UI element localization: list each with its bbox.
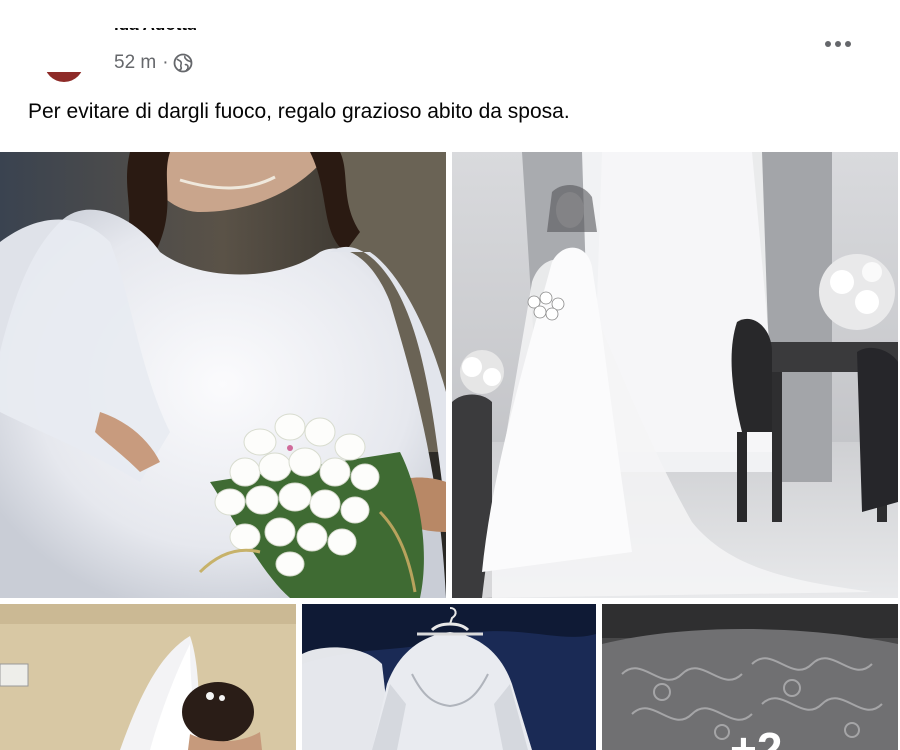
photo-bride-with-bouquet[interactable] xyxy=(0,152,446,598)
author-name[interactable]: lda Adotta xyxy=(114,28,196,36)
more-photos-count: +2 xyxy=(730,723,783,750)
facebook-post: lda Adotta 52 m · Per evitare di dargli … xyxy=(0,0,900,750)
post-text: Per evitare di dargli fuoco, regalo graz… xyxy=(28,100,570,123)
globe-icon[interactable] xyxy=(173,53,193,73)
photo-bride-in-room[interactable] xyxy=(452,152,898,598)
photo-dress-on-hanger[interactable] xyxy=(302,604,596,750)
photo-bride-veil-back[interactable] xyxy=(0,604,296,750)
post-timestamp[interactable]: 52 m xyxy=(114,52,156,74)
meta-separator: · xyxy=(162,52,169,73)
author-avatar[interactable] xyxy=(44,10,84,82)
more-options-icon[interactable] xyxy=(820,32,856,56)
post-meta: 52 m · xyxy=(114,50,193,76)
photo-lace-detail[interactable]: +2 xyxy=(602,604,898,750)
